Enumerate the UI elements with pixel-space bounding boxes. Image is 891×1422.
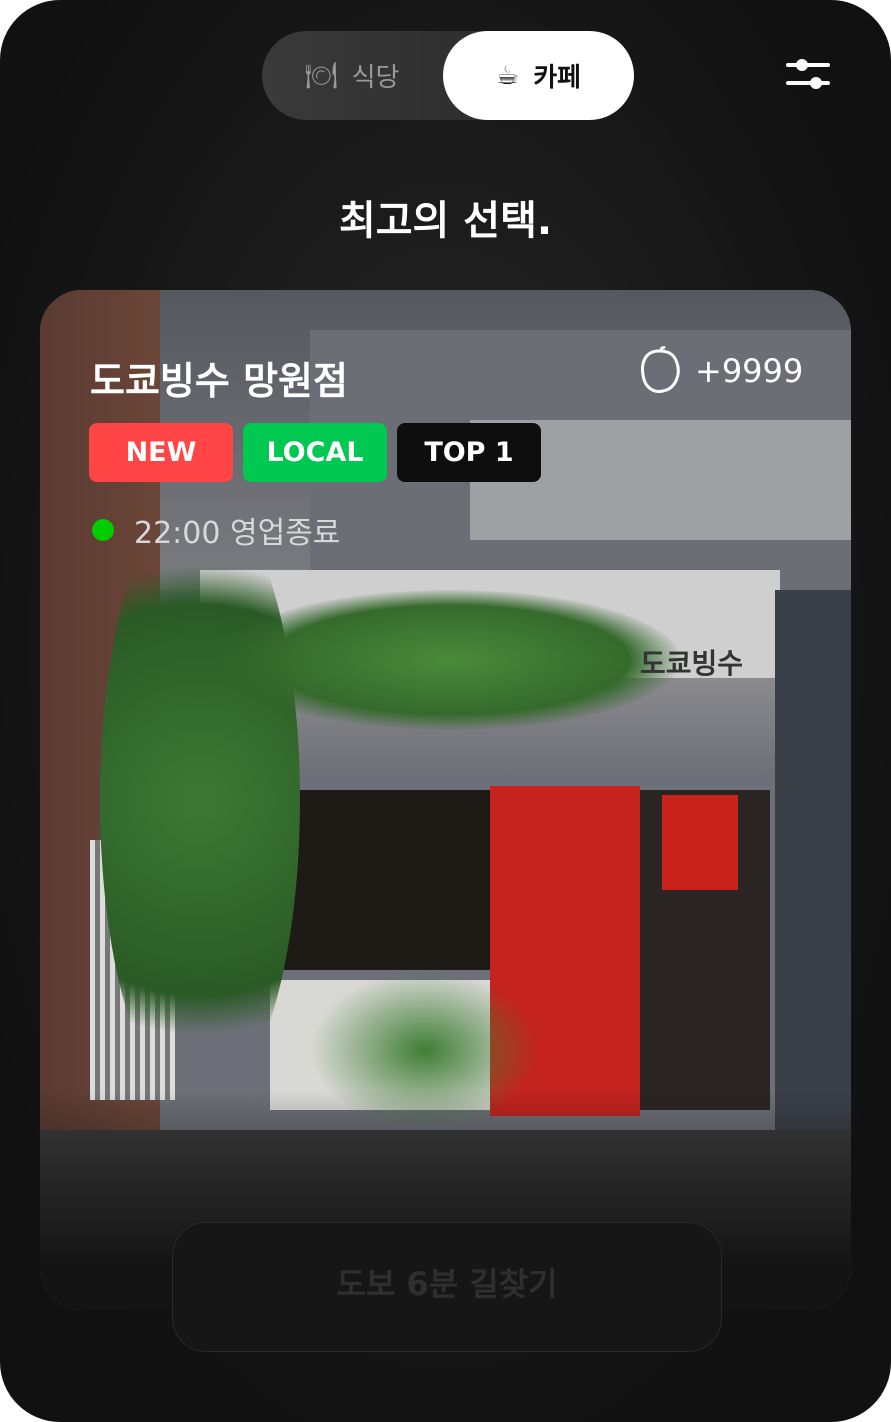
app-screen: 🍽 식당 ☕ 카페 최고의 선택. 도쿄빙수 도쿄빙수 망원점 +9999 NE…	[0, 0, 891, 1422]
like-counter[interactable]: +9999	[637, 345, 803, 397]
category-toggle: 🍽 식당 ☕ 카페	[262, 31, 634, 120]
place-card[interactable]: 도쿄빙수 도쿄빙수 망원점 +9999 NEW LOCAL TOP 1 22:0…	[40, 290, 851, 1310]
coffee-icon: ☕	[495, 60, 520, 91]
status-dot-icon	[92, 519, 114, 541]
tag-top: TOP 1	[397, 423, 541, 482]
page-title: 최고의 선택.	[338, 198, 553, 244]
tab-label: 카페	[533, 63, 582, 93]
tag-list: NEW LOCAL TOP 1	[89, 423, 541, 482]
tab-cafe[interactable]: ☕ 카페	[443, 31, 634, 120]
filter-sliders-icon[interactable]	[786, 56, 830, 92]
store-sign: 도쿄빙수	[640, 647, 744, 680]
like-count: +9999	[695, 352, 804, 390]
place-name: 도쿄빙수 망원점	[90, 359, 348, 403]
tag-new: NEW	[89, 423, 233, 482]
closing-time: 22:00 영업종료	[134, 516, 341, 551]
tab-label: 식당	[351, 63, 400, 93]
directions-button[interactable]: 도보 6분 길찾기	[172, 1222, 722, 1352]
business-hours: 22:00 영업종료	[92, 508, 340, 552]
tag-local: LOCAL	[243, 423, 387, 482]
tab-restaurant[interactable]: 🍽 식당	[262, 31, 442, 120]
acorn-like-icon	[641, 346, 680, 393]
plate-icon: 🍽	[304, 60, 338, 91]
